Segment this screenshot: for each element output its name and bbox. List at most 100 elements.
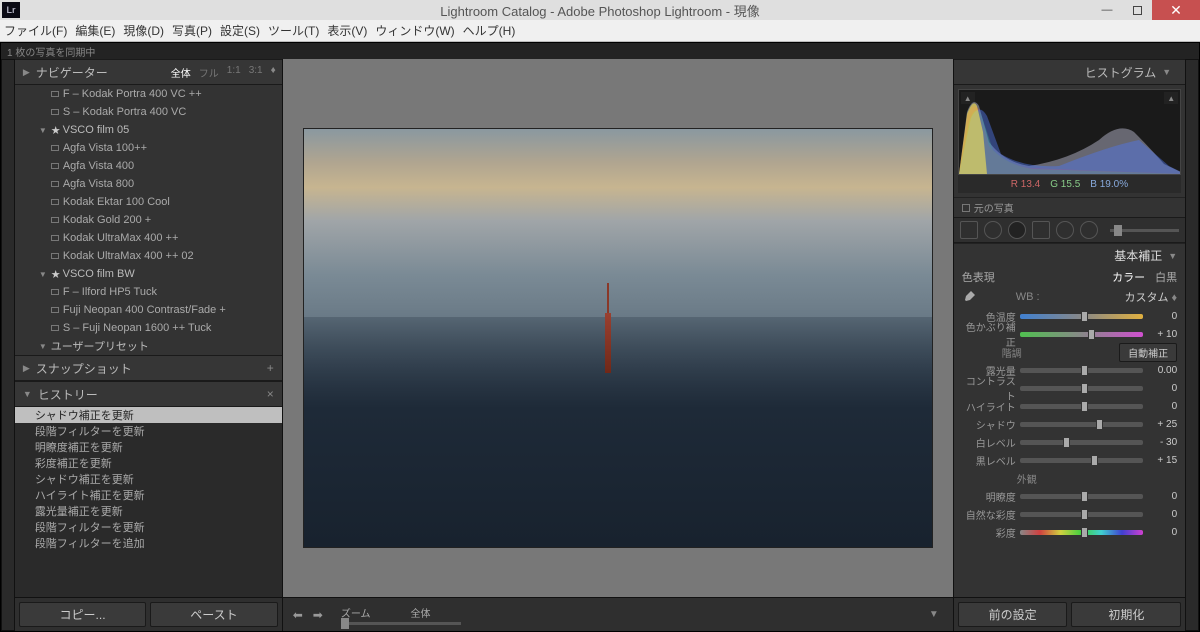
- navigator-header[interactable]: ▶ ナビゲーター 全体 フル 1:1 3:1 ♦: [15, 59, 282, 85]
- wb-mode[interactable]: カスタム ♦: [1124, 289, 1177, 305]
- preset-item[interactable]: Agfa Vista 100++: [15, 139, 282, 157]
- presence-header: 外観: [954, 469, 1185, 487]
- copy-button[interactable]: コピー...: [19, 602, 146, 627]
- preset-item[interactable]: S – Kodak Portra 400 VC: [15, 103, 282, 121]
- slider[interactable]: [1020, 458, 1143, 463]
- histogram-header[interactable]: ヒストグラム ▼: [954, 59, 1185, 85]
- temp-slider[interactable]: [1020, 314, 1143, 319]
- slider-row: シャドウ+ 25: [954, 415, 1185, 433]
- bottom-toolbar: ⬅ ➡ ズーム 全体 ▼: [283, 597, 953, 631]
- histogram[interactable]: ▲ ▲: [958, 89, 1181, 175]
- menu-view[interactable]: 表示(V): [327, 22, 367, 39]
- slider[interactable]: [1020, 440, 1143, 445]
- menu-window[interactable]: ウィンドウ(W): [375, 22, 454, 39]
- menu-help[interactable]: ヘルプ(H): [463, 22, 516, 39]
- slider[interactable]: [1020, 422, 1143, 427]
- left-collapse[interactable]: [1, 59, 15, 631]
- crop-tool[interactable]: [960, 221, 978, 239]
- menubar: ファイル(F) 編集(E) 現像(D) 写真(P) 設定(S) ツール(T) 表…: [0, 20, 1200, 42]
- toolbar-menu-button[interactable]: ▼: [929, 609, 943, 620]
- preview-image[interactable]: [303, 128, 933, 548]
- slider[interactable]: [1020, 368, 1143, 373]
- history-header[interactable]: ▼ ヒストリー ×: [15, 381, 282, 407]
- spot-tool[interactable]: [984, 221, 1002, 239]
- eyedropper-icon[interactable]: [962, 290, 976, 304]
- original-photo-toggle[interactable]: 元の写真: [954, 197, 1185, 217]
- menu-edit[interactable]: 編集(E): [75, 22, 115, 39]
- preset-item[interactable]: Kodak UltraMax 400 ++ 02: [15, 247, 282, 265]
- prev-photo-button[interactable]: ⬅: [293, 608, 303, 622]
- maximize-button[interactable]: [1122, 0, 1152, 20]
- reset-button[interactable]: 初期化: [1071, 602, 1181, 627]
- preset-item[interactable]: Kodak Ektar 100 Cool: [15, 193, 282, 211]
- rgb-b: B 19.0%: [1090, 179, 1128, 190]
- tool-amount-slider[interactable]: [1110, 229, 1179, 232]
- paste-button[interactable]: ペースト: [150, 602, 277, 627]
- radial-filter-tool[interactable]: [1056, 221, 1074, 239]
- brush-tool[interactable]: [1080, 221, 1098, 239]
- checkbox-icon: [962, 204, 970, 212]
- preset-folder[interactable]: ▼★VSCO film 05: [15, 121, 282, 139]
- slider[interactable]: [1020, 530, 1143, 535]
- slider-row: 白レベル- 30: [954, 433, 1185, 451]
- nav-1-1[interactable]: 1:1: [227, 65, 241, 80]
- basic-section-header[interactable]: 基本補正▼: [954, 243, 1185, 267]
- history-item[interactable]: 段階フィルターを更新: [15, 519, 282, 535]
- treatment-bw[interactable]: 白黒: [1155, 269, 1177, 285]
- history-item[interactable]: シャドウ補正を更新: [15, 407, 282, 423]
- minimize-button[interactable]: —: [1092, 0, 1122, 20]
- preset-folder[interactable]: ▼★VSCO film BW: [15, 265, 282, 283]
- history-item[interactable]: ハイライト補正を更新: [15, 487, 282, 503]
- history-item[interactable]: 露光量補正を更新: [15, 503, 282, 519]
- preset-item[interactable]: F – Ilford HP5 Tuck: [15, 283, 282, 301]
- left-panel: ▶ ナビゲーター 全体 フル 1:1 3:1 ♦ F – Kodak Portr…: [15, 59, 283, 631]
- treatment-color[interactable]: カラー: [1112, 269, 1145, 285]
- nav-fit[interactable]: 全体: [171, 65, 191, 80]
- next-photo-button[interactable]: ➡: [313, 608, 323, 622]
- history-list: シャドウ補正を更新段階フィルターを更新明瞭度補正を更新彩度補正を更新シャドウ補正…: [15, 407, 282, 597]
- menu-file[interactable]: ファイル(F): [4, 22, 67, 39]
- slider[interactable]: [1020, 494, 1143, 499]
- preset-item[interactable]: Agfa Vista 800: [15, 175, 282, 193]
- chevron-down-icon: ▼: [1162, 67, 1171, 77]
- preset-item[interactable]: S – Fuji Neopan 1600 ++ Tuck: [15, 319, 282, 337]
- preset-item[interactable]: Kodak Gold 200 +: [15, 211, 282, 229]
- clear-history-button[interactable]: ×: [267, 387, 274, 401]
- grad-filter-tool[interactable]: [1032, 221, 1050, 239]
- previous-settings-button[interactable]: 前の設定: [958, 602, 1068, 627]
- snapshots-header[interactable]: ▶ スナップショット +: [15, 355, 282, 381]
- menu-settings[interactable]: 設定(S): [220, 22, 260, 39]
- close-button[interactable]: ✕: [1152, 0, 1200, 20]
- menu-develop[interactable]: 現像(D): [123, 22, 164, 39]
- preset-list: F – Kodak Portra 400 VC ++S – Kodak Port…: [15, 85, 282, 355]
- history-item[interactable]: 段階フィルターを追加: [15, 535, 282, 551]
- zoom-slider[interactable]: [341, 622, 461, 625]
- tint-slider[interactable]: [1020, 332, 1143, 337]
- menu-photo[interactable]: 写真(P): [172, 22, 212, 39]
- add-snapshot-button[interactable]: +: [267, 361, 274, 375]
- history-item[interactable]: シャドウ補正を更新: [15, 471, 282, 487]
- preset-item[interactable]: Fuji Neopan 400 Contrast/Fade +: [15, 301, 282, 319]
- slider-row: 黒レベル+ 15: [954, 451, 1185, 469]
- tint-slider-row: 色かぶり補正 + 10: [954, 325, 1185, 343]
- slider[interactable]: [1020, 404, 1143, 409]
- right-collapse[interactable]: [1185, 59, 1199, 631]
- menu-tools[interactable]: ツール(T): [268, 22, 319, 39]
- nav-3-1[interactable]: 3:1: [249, 65, 263, 80]
- history-item[interactable]: 段階フィルターを更新: [15, 423, 282, 439]
- chevron-down-icon[interactable]: ♦: [271, 65, 276, 80]
- preset-folder[interactable]: ▼ユーザープリセット: [15, 337, 282, 355]
- preset-item[interactable]: Agfa Vista 400: [15, 157, 282, 175]
- app-icon: Lr: [2, 2, 20, 18]
- auto-tone-button[interactable]: 自動補正: [1119, 343, 1177, 362]
- rgb-g: G 15.5: [1050, 179, 1080, 190]
- window-title: Lightroom Catalog - Adobe Photoshop Ligh…: [440, 1, 759, 20]
- preset-item[interactable]: Kodak UltraMax 400 ++: [15, 229, 282, 247]
- redeye-tool[interactable]: [1008, 221, 1026, 239]
- nav-fill[interactable]: フル: [199, 65, 219, 80]
- preset-item[interactable]: F – Kodak Portra 400 VC ++: [15, 85, 282, 103]
- slider[interactable]: [1020, 386, 1143, 391]
- history-item[interactable]: 彩度補正を更新: [15, 455, 282, 471]
- history-item[interactable]: 明瞭度補正を更新: [15, 439, 282, 455]
- slider[interactable]: [1020, 512, 1143, 517]
